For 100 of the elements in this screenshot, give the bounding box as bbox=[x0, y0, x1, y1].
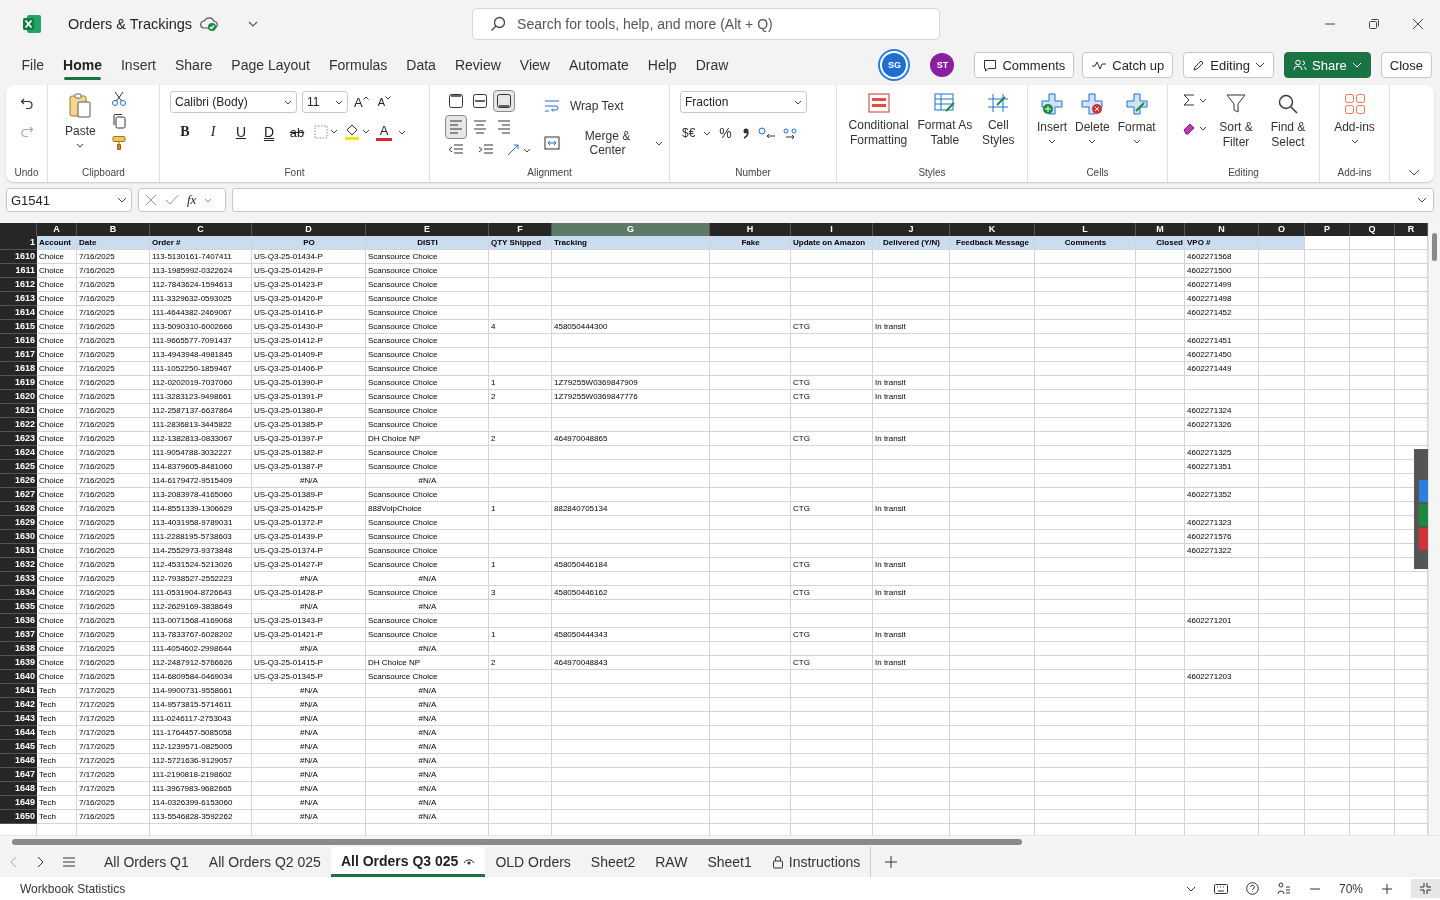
wrap-text-button[interactable]: Wrap Text bbox=[568, 97, 626, 115]
row-header[interactable]: 1650 bbox=[0, 810, 37, 824]
share-button[interactable]: Share bbox=[1284, 52, 1371, 78]
row-header[interactable]: 1646 bbox=[0, 754, 37, 768]
sheet-tab[interactable]: All Orders Q2 025 bbox=[198, 847, 331, 877]
column-header[interactable]: A bbox=[37, 223, 77, 236]
row-header[interactable]: 1626 bbox=[0, 474, 37, 488]
eraser-icon[interactable] bbox=[1182, 121, 1196, 135]
row-header[interactable]: 1620 bbox=[0, 390, 37, 404]
row-header[interactable]: 1611 bbox=[0, 264, 37, 278]
bold-button[interactable]: B bbox=[174, 121, 196, 143]
align-left-button[interactable] bbox=[446, 116, 466, 138]
row-header[interactable]: 1628 bbox=[0, 502, 37, 516]
sheet-tab[interactable]: RAW bbox=[645, 847, 698, 877]
column-header[interactable]: I bbox=[791, 223, 873, 236]
increase-indent-icon[interactable] bbox=[478, 143, 494, 157]
column-header[interactable]: N bbox=[1185, 223, 1259, 236]
sheet-tab[interactable]: All Orders Q1 bbox=[94, 847, 199, 877]
row-header[interactable]: 1622 bbox=[0, 418, 37, 432]
row-header[interactable]: 1624 bbox=[0, 446, 37, 460]
row-header[interactable]: 1613 bbox=[0, 292, 37, 306]
column-header[interactable]: O bbox=[1259, 223, 1305, 236]
menu-tab[interactable]: Help bbox=[638, 48, 687, 82]
row-header[interactable]: 1632 bbox=[0, 558, 37, 572]
merge-center-button[interactable]: Merge & Center bbox=[568, 127, 647, 159]
menu-tab[interactable]: File bbox=[12, 48, 54, 82]
format-as-table-button[interactable]: Format As Table bbox=[914, 91, 976, 150]
workbook-statistics-button[interactable]: Workbook Statistics bbox=[20, 881, 126, 896]
row-header[interactable]: 1621 bbox=[0, 404, 37, 418]
strikethrough-button[interactable]: ab bbox=[286, 121, 308, 143]
row-header[interactable]: 1617 bbox=[0, 348, 37, 362]
shrink-font-button[interactable]: A bbox=[374, 91, 394, 113]
column-header[interactable]: G bbox=[552, 223, 710, 236]
grow-font-button[interactable]: A bbox=[351, 91, 372, 113]
column-header[interactable]: D bbox=[252, 223, 366, 236]
chevron-down-icon[interactable] bbox=[1199, 97, 1207, 103]
align-bottom-button[interactable] bbox=[494, 91, 514, 111]
chevron-down-icon[interactable] bbox=[248, 21, 259, 27]
avatar[interactable]: SG bbox=[882, 53, 907, 77]
cell-styles-button[interactable]: Cell Styles bbox=[975, 91, 1021, 150]
column-header[interactable]: K bbox=[950, 223, 1035, 236]
align-middle-button[interactable] bbox=[470, 91, 490, 111]
next-sheet-icon[interactable] bbox=[36, 856, 44, 868]
row-header[interactable]: 1615 bbox=[0, 320, 37, 334]
keyboard-icon[interactable] bbox=[1213, 883, 1228, 894]
comments-button[interactable]: Comments bbox=[974, 52, 1075, 78]
menu-tab[interactable]: Review bbox=[445, 48, 511, 82]
row-header[interactable]: 1618 bbox=[0, 362, 37, 376]
catch-up-button[interactable]: Catch up bbox=[1082, 52, 1174, 78]
row-header[interactable]: 1633 bbox=[0, 572, 37, 586]
fit-to-window-button[interactable] bbox=[1411, 879, 1440, 898]
column-header[interactable]: C bbox=[150, 223, 252, 236]
decrease-indent-icon[interactable] bbox=[448, 143, 464, 157]
column-header[interactable]: R bbox=[1395, 223, 1428, 236]
avatar[interactable]: ST bbox=[930, 53, 955, 77]
search-field[interactable]: Search for tools, help, and more (Alt + Q) bbox=[472, 8, 941, 40]
row-header[interactable]: 1625 bbox=[0, 460, 37, 474]
menu-tab[interactable]: Share bbox=[165, 48, 222, 82]
column-header[interactable]: H bbox=[710, 223, 791, 236]
fill-color-icon[interactable] bbox=[344, 123, 370, 141]
row-header[interactable]: 1639 bbox=[0, 656, 37, 670]
row-header[interactable]: 1630 bbox=[0, 530, 37, 544]
undo-icon[interactable] bbox=[19, 97, 34, 111]
align-top-button[interactable] bbox=[446, 91, 466, 111]
menu-tab[interactable]: Formulas bbox=[319, 48, 397, 82]
menu-tab[interactable]: Page Layout bbox=[221, 48, 320, 82]
sheet-tab[interactable]: All Orders Q3 025 bbox=[330, 847, 486, 877]
restore-icon[interactable] bbox=[1368, 18, 1380, 30]
row-header[interactable]: 1612 bbox=[0, 278, 37, 292]
zoom-in-icon[interactable] bbox=[1381, 882, 1393, 895]
chevron-down-icon[interactable] bbox=[655, 140, 663, 146]
menu-tab[interactable]: Draw bbox=[686, 48, 738, 82]
sheet-tab[interactable]: OLD Orders bbox=[485, 847, 581, 877]
menu-tab[interactable]: Data bbox=[396, 48, 446, 82]
text-orientation-icon[interactable] bbox=[506, 143, 532, 157]
column-header[interactable]: B bbox=[77, 223, 150, 236]
row-header[interactable]: 1645 bbox=[0, 740, 37, 754]
help-icon[interactable] bbox=[1245, 882, 1259, 895]
row-header[interactable]: 1647 bbox=[0, 768, 37, 782]
italic-button[interactable]: I bbox=[202, 121, 224, 143]
add-sheet-icon[interactable] bbox=[885, 856, 898, 868]
column-header[interactable]: J bbox=[873, 223, 950, 236]
row-header[interactable]: 1642 bbox=[0, 698, 37, 712]
row-header[interactable]: 1623 bbox=[0, 432, 37, 446]
row-header[interactable]: 1634 bbox=[0, 586, 37, 600]
double-underline-button[interactable]: D bbox=[258, 121, 280, 143]
vertical-scrollbar[interactable] bbox=[1428, 223, 1440, 835]
chevron-down-icon[interactable] bbox=[1185, 885, 1196, 892]
row-header[interactable]: 1637 bbox=[0, 628, 37, 642]
sort-filter-button[interactable]: Sort & Filter bbox=[1215, 91, 1257, 152]
format-painter-icon[interactable] bbox=[110, 135, 127, 151]
row-header[interactable]: 1614 bbox=[0, 306, 37, 320]
copy-icon[interactable] bbox=[110, 113, 127, 129]
font-size-dropdown[interactable]: 11 bbox=[302, 91, 348, 113]
formula-field[interactable] bbox=[232, 188, 1434, 212]
cancel-icon[interactable] bbox=[145, 194, 157, 206]
sheet-tab[interactable]: Sheet2 bbox=[580, 847, 646, 877]
conditional-formatting-button[interactable]: Conditional Formatting bbox=[843, 91, 915, 150]
number-format-dropdown[interactable]: Fraction bbox=[680, 91, 807, 113]
menu-icon[interactable] bbox=[62, 856, 76, 868]
